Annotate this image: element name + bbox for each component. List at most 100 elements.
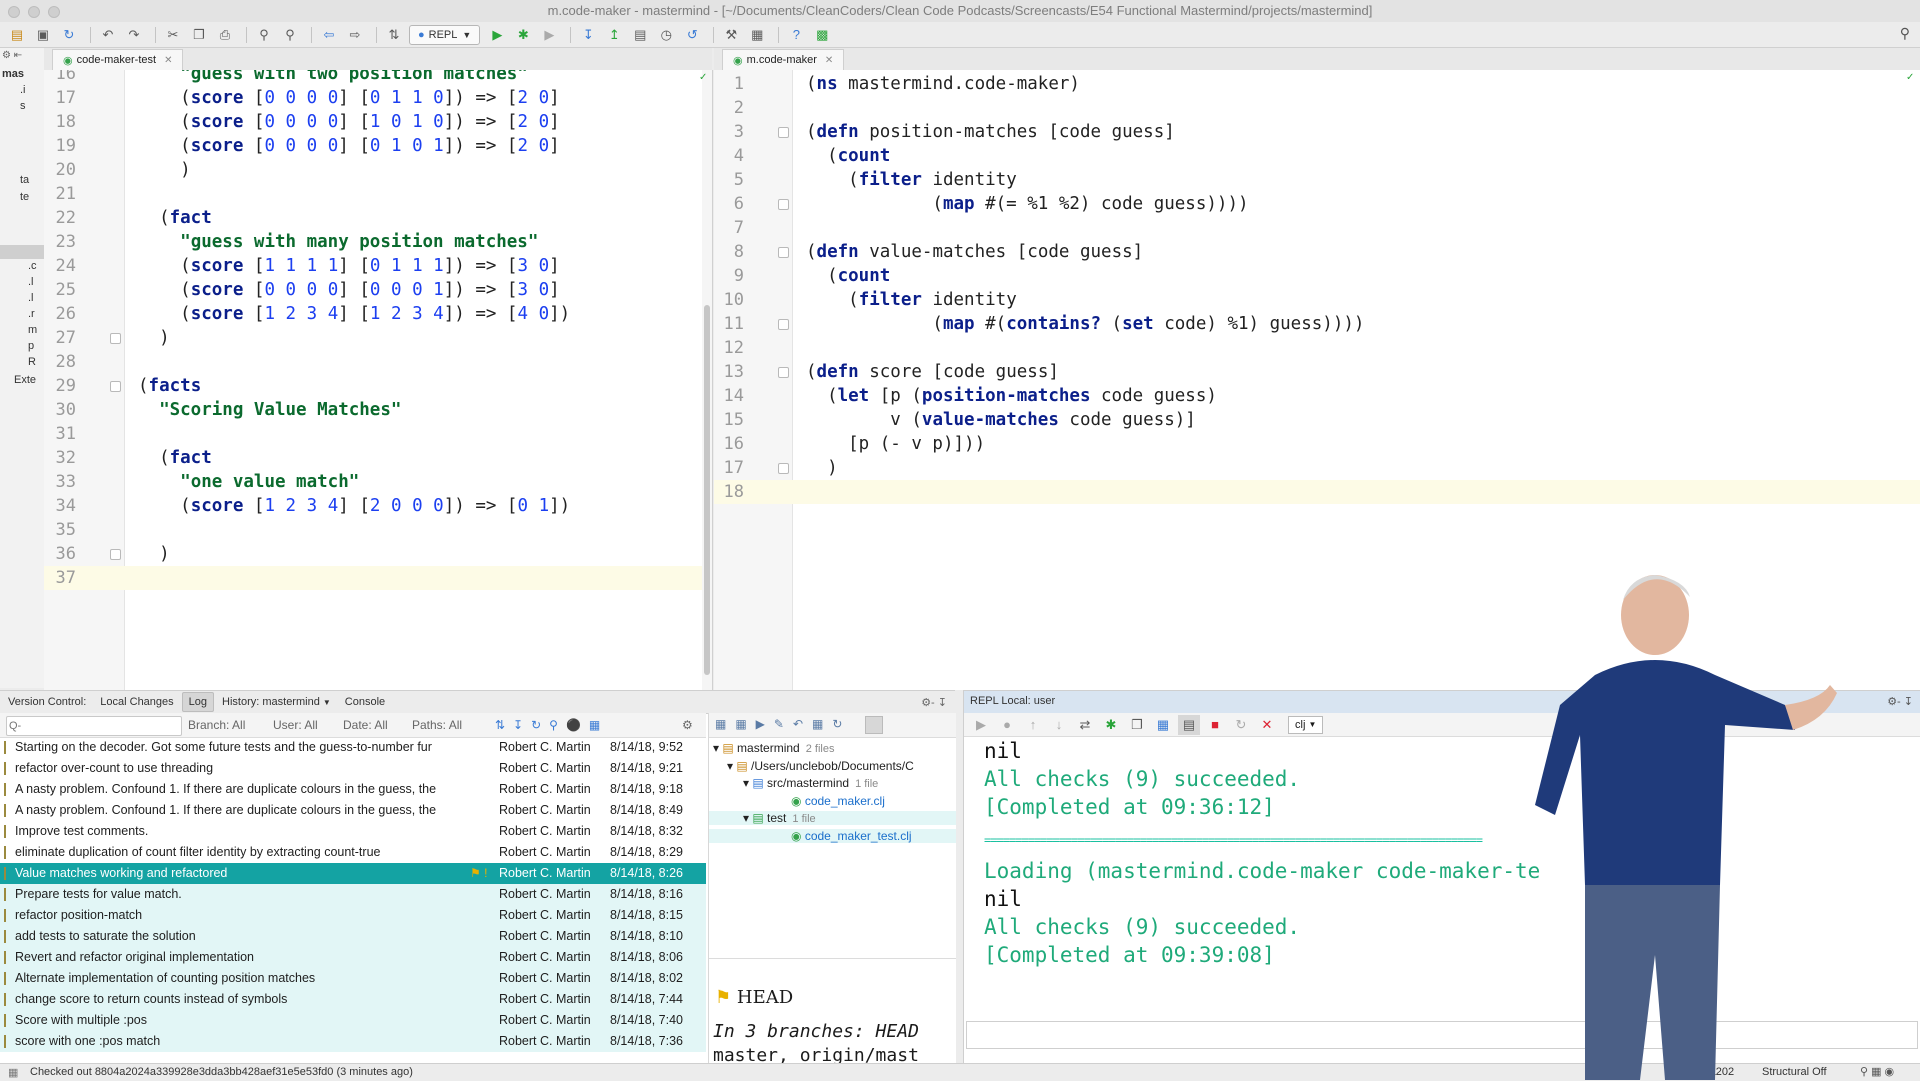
build-icon[interactable]: ⇅ [383, 25, 405, 45]
fold-marker[interactable] [778, 319, 789, 330]
tab-console[interactable]: Console [339, 693, 391, 711]
fold-marker[interactable] [778, 199, 789, 210]
code-line[interactable]: 24 (score [1 1 1 1] [0 1 1 1]) => [3 0] [44, 254, 712, 278]
code-line[interactable]: 32 (fact [44, 446, 712, 470]
code-line[interactable]: 12 [714, 336, 1920, 360]
vcs-compare-icon[interactable]: ▤ [629, 25, 651, 45]
commit-row[interactable]: eliminate duplication of count filter id… [0, 842, 706, 863]
paths-filter[interactable]: Paths: All [412, 718, 462, 732]
group-by-directory-toggle[interactable] [865, 716, 883, 734]
commit-row[interactable]: Improve test comments. Robert C. Martin 8/… [0, 821, 706, 842]
project-tree-item[interactable]: p [28, 340, 34, 354]
commit-row[interactable]: A nasty problem. Confound 1. If there ar… [0, 779, 706, 800]
repl-load-icon[interactable]: ✱ [1100, 715, 1122, 735]
project-tree-item[interactable]: .l [28, 276, 34, 290]
changed-path[interactable]: ▾ ▤ /Users/unclebob/Documents/C [727, 759, 914, 773]
open-folder-icon[interactable]: ▤ [6, 25, 28, 45]
code-line[interactable]: 9 (count [714, 264, 1920, 288]
fold-marker[interactable] [778, 463, 789, 474]
editor-scrollbar-track[interactable] [702, 70, 712, 690]
changed-files-actions[interactable]: ▦▦▶✎↶▦↻ [715, 717, 851, 731]
run-configuration-dropdown[interactable]: ● REPL ▼ [409, 24, 481, 45]
changed-src-folder[interactable]: ▾ ▤ src/mastermind 1 file [743, 776, 878, 790]
tool-windows-icon[interactable]: ▦ [8, 1066, 18, 1079]
tab-history[interactable]: History: mastermind ▼ [216, 693, 337, 711]
sync-icon[interactable]: ↻ [58, 25, 80, 45]
terminal-icon[interactable]: ▩ [811, 25, 833, 45]
run-icon[interactable]: ▶ [486, 25, 508, 45]
external-libraries-item[interactable]: Exte [14, 374, 36, 388]
project-tree-item[interactable]: .r [28, 308, 35, 322]
commit-row[interactable]: Prepare tests for value match. Robert C. … [0, 884, 706, 905]
repl-close-icon[interactable]: ✕ [1256, 715, 1278, 735]
code-line[interactable]: 19 (score [0 0 0 0] [0 1 0 1]) => [2 0] [44, 134, 712, 158]
code-line[interactable]: 34 (score [1 2 3 4] [2 0 0 0]) => [0 1]) [44, 494, 712, 518]
code-line[interactable]: 3 (defn position-matches [code guess] [714, 120, 1920, 144]
tab-code-maker-test[interactable]: ◉ code-maker-test ✕ [52, 49, 184, 70]
commit-row[interactable]: Alternate implementation of counting pos… [0, 968, 706, 989]
repl-record-icon[interactable]: ● [996, 715, 1018, 735]
code-line[interactable]: 17 (score [0 0 0 0] [0 1 1 0]) => [2 0] [44, 86, 712, 110]
tab-log[interactable]: Log [181, 692, 215, 712]
search-everywhere-icon[interactable]: ⚲ [1900, 25, 1910, 42]
repl-up-icon[interactable]: ↑ [1022, 715, 1044, 735]
project-tree-item[interactable]: .c [28, 260, 37, 274]
code-line[interactable]: 2 [714, 96, 1920, 120]
repl-clear-icon[interactable]: ▦ [1152, 715, 1174, 735]
code-line[interactable]: 29 (facts [44, 374, 712, 398]
settings-icon[interactable]: ⚒ [720, 25, 742, 45]
copy-icon[interactable]: ❐ [188, 25, 210, 45]
repl-stop-icon[interactable]: ■ [1204, 715, 1226, 735]
code-line[interactable]: 31 [44, 422, 712, 446]
close-tab-icon[interactable]: ✕ [825, 55, 833, 66]
code-line[interactable]: 30 "Scoring Value Matches" [44, 398, 712, 422]
help-icon[interactable]: ? [785, 25, 807, 45]
code-line[interactable]: 17 ) [714, 456, 1920, 480]
cut-icon[interactable]: ✂ [162, 25, 184, 45]
code-line[interactable]: 21 [44, 182, 712, 206]
repl-run-icon[interactable]: ▶ [970, 715, 992, 735]
save-icon[interactable]: ▣ [32, 25, 54, 45]
branch-filter[interactable]: Branch: All [188, 718, 245, 732]
code-line[interactable]: 13 (defn score [code guess] [714, 360, 1920, 384]
commit-row[interactable]: Starting on the decoder. Got some future… [0, 737, 706, 758]
replace-icon[interactable]: ⚲ [279, 25, 301, 45]
commit-row[interactable]: refactor over-count to use threading Robe… [0, 758, 706, 779]
paste-icon[interactable]: ⎙ [214, 25, 236, 45]
code-line[interactable]: 18 [714, 480, 1920, 504]
commit-row[interactable]: add tests to saturate the solution Robert… [0, 926, 706, 947]
repl-restart-icon[interactable]: ↻ [1230, 715, 1252, 735]
repl-copy-icon[interactable]: ❐ [1126, 715, 1148, 735]
code-line[interactable]: 27 ) [44, 326, 712, 350]
code-line[interactable]: 7 [714, 216, 1920, 240]
changed-root[interactable]: ▾ ▤ mastermind 2 files [713, 741, 834, 755]
code-line[interactable]: 5 (filter identity [714, 168, 1920, 192]
commit-row[interactable]: Value matches working and refactored Robe… [0, 863, 706, 884]
changed-file-code-maker[interactable]: ◉ code_maker.clj [791, 794, 885, 808]
log-settings-icon[interactable]: ⚙ [682, 718, 693, 732]
log-search-input[interactable] [6, 716, 182, 736]
changed-file-code-maker-test[interactable]: ◉ code_maker_test.clj [709, 829, 956, 843]
project-tree-item[interactable]: te [20, 191, 29, 205]
fold-marker[interactable] [110, 381, 121, 392]
find-icon[interactable]: ⚲ [253, 25, 275, 45]
commit-row[interactable]: Revert and refactor original implementat… [0, 947, 706, 968]
close-tab-icon[interactable]: ✕ [164, 55, 172, 66]
commit-row[interactable]: refactor position-match Robert C. Martin 8… [0, 905, 706, 926]
project-tree-selection[interactable] [0, 245, 44, 259]
code-line[interactable]: 14 (let [p (position-matches code guess) [714, 384, 1920, 408]
repl-switch-ns-icon[interactable]: ⇄ [1074, 715, 1096, 735]
vcs-commit-icon[interactable]: ↥ [603, 25, 625, 45]
forward-icon[interactable]: ⇨ [344, 25, 366, 45]
repl-soft-wrap-icon[interactable]: ▤ [1178, 714, 1200, 735]
redo-icon[interactable]: ↷ [123, 25, 145, 45]
log-actions-icons[interactable]: ⇅↧↻⚲⚫▦ [495, 718, 608, 732]
commit-row[interactable]: score with one :pos match Robert C. Marti… [0, 1031, 706, 1052]
project-tree-item[interactable]: m [28, 324, 37, 338]
user-filter[interactable]: User: All [273, 718, 318, 732]
vcs-update-icon[interactable]: ↧ [577, 25, 599, 45]
vcs-revert-icon[interactable]: ↺ [681, 25, 703, 45]
date-filter[interactable]: Date: All [343, 718, 388, 732]
code-line[interactable]: 37 [44, 566, 712, 590]
code-line[interactable]: 28 [44, 350, 712, 374]
